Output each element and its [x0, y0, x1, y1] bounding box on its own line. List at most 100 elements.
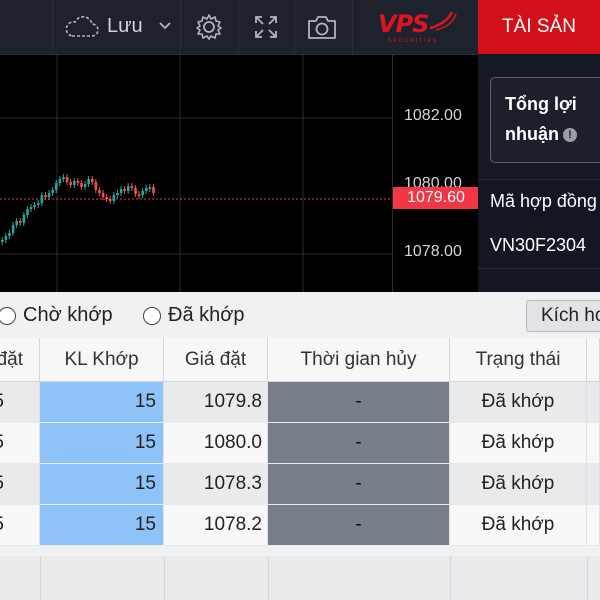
assets-panel: Tổng lợi nhuận! Mã hợp đồng VN30F2304 — [478, 55, 600, 292]
radio-circle[interactable] — [0, 306, 16, 325]
profit-title: Tổng lợi — [505, 94, 577, 114]
candle — [73, 181, 76, 185]
candle — [40, 195, 44, 203]
candle — [62, 177, 65, 179]
cell-placed: 15 — [0, 423, 40, 464]
candle — [29, 207, 33, 209]
candle — [37, 203, 40, 205]
vps-logo: VPS SECURITIES — [372, 8, 464, 48]
cell-status: Đã khớp — [450, 505, 587, 546]
cell-price: 1079.8 — [164, 382, 268, 423]
cell-status: Đã khớp — [450, 423, 587, 464]
contract-code-header: Mã hợp đồng — [478, 179, 600, 225]
cell-price: 1078.2 — [164, 505, 268, 546]
chevron-down-icon[interactable] — [158, 16, 172, 42]
candle — [101, 193, 105, 197]
orders-panel: Chờ khớp Đã khớp Kích hoạt đặt KL Khớp G… — [0, 292, 600, 600]
save-layout-button[interactable]: Lưu — [62, 10, 178, 44]
tab-assets[interactable]: TÀI SẢN — [478, 0, 600, 54]
candle — [44, 195, 47, 197]
column-divider — [450, 556, 451, 600]
candle — [47, 193, 51, 197]
col-header-extra — [587, 338, 600, 382]
candle — [80, 183, 83, 187]
candle — [109, 199, 112, 201]
candle — [134, 188, 137, 194]
order-filters: Chờ khớp Đã khớp Kích hoạt — [0, 292, 600, 338]
candle — [119, 189, 123, 193]
candle — [8, 233, 11, 236]
info-icon[interactable]: ! — [563, 128, 577, 142]
cell-matched-qty: 15 — [40, 423, 164, 464]
candle — [33, 205, 36, 207]
col-header-matched-qty[interactable]: KL Khớp — [40, 338, 164, 382]
cell-price: 1078.3 — [164, 464, 268, 505]
col-header-cancel-time[interactable]: Thời gian hủy — [268, 338, 450, 382]
cell-placed: 15 — [0, 382, 40, 423]
candle — [137, 194, 141, 196]
activate-button[interactable]: Kích hoạt — [526, 300, 600, 332]
candle — [91, 179, 94, 182]
candle — [15, 221, 18, 225]
cell-extra — [587, 505, 600, 546]
radio-pending-label: Chờ khớp — [23, 304, 113, 326]
col-header-price[interactable]: Giá đặt — [164, 338, 268, 382]
last-price-label: 1079.60 — [393, 187, 479, 209]
candle — [83, 184, 87, 187]
cell-extra — [587, 464, 600, 505]
camera-icon[interactable] — [306, 11, 338, 43]
contract-code-label: Mã hợp đồng — [490, 191, 597, 211]
total-profit-card[interactable]: Tổng lợi nhuận! — [490, 77, 600, 163]
save-label: Lưu — [107, 15, 143, 37]
contract-row[interactable] — [478, 269, 600, 292]
cell-status: Đã khớp — [450, 464, 587, 505]
price-axis: 1082.00 1080.00 1078.00 1079.60 — [392, 55, 479, 292]
candle — [19, 221, 22, 223]
candle — [94, 182, 98, 190]
cell-placed: 15 — [0, 505, 40, 546]
candles — [1, 174, 155, 245]
cell-matched-qty: 15 — [40, 505, 164, 546]
logo-text: VPS — [378, 10, 429, 38]
logo-swoosh-icon — [429, 11, 457, 31]
cell-placed: 15 — [0, 464, 40, 505]
candle — [141, 191, 144, 195]
candle — [105, 197, 108, 199]
cell-extra — [587, 382, 600, 423]
table-empty-row — [0, 556, 600, 600]
fullscreen-icon[interactable] — [250, 11, 282, 43]
gear-icon[interactable] — [193, 11, 225, 43]
col-header-placed[interactable]: đặt — [0, 338, 40, 382]
toolbar-divider — [294, 0, 295, 54]
cell-cancel-time: - — [268, 382, 450, 423]
candle — [65, 177, 69, 182]
candle — [145, 188, 148, 191]
toolbar-divider — [238, 0, 239, 54]
candle — [116, 193, 119, 195]
contract-row[interactable]: VN30F2304 — [478, 224, 600, 269]
candle — [127, 186, 130, 191]
column-divider — [40, 556, 41, 600]
candle — [1, 240, 4, 242]
radio-pending[interactable]: Chờ khớp — [0, 304, 113, 327]
contract-code-value: VN30F2304 — [490, 235, 587, 255]
candle — [130, 186, 134, 188]
col-header-status[interactable]: Trạng thái — [450, 338, 587, 382]
candlestick-plot — [0, 55, 392, 292]
cell-cancel-time: - — [268, 464, 450, 505]
toolbar-divider — [180, 0, 181, 54]
candle — [58, 179, 62, 183]
radio-matched[interactable]: Đã khớp — [143, 304, 244, 327]
radio-circle[interactable] — [143, 306, 161, 325]
cell-price: 1080.0 — [164, 423, 268, 464]
candle — [26, 209, 29, 215]
radio-matched-label: Đã khớp — [168, 304, 245, 326]
candle — [152, 187, 155, 193]
candle — [112, 195, 116, 201]
cell-cancel-time: - — [268, 423, 450, 464]
candle — [148, 187, 152, 189]
chart-grid — [0, 55, 392, 292]
cell-matched-qty: 15 — [40, 382, 164, 423]
logo-subtext: SECURITIES — [388, 38, 439, 44]
candle — [76, 181, 80, 183]
